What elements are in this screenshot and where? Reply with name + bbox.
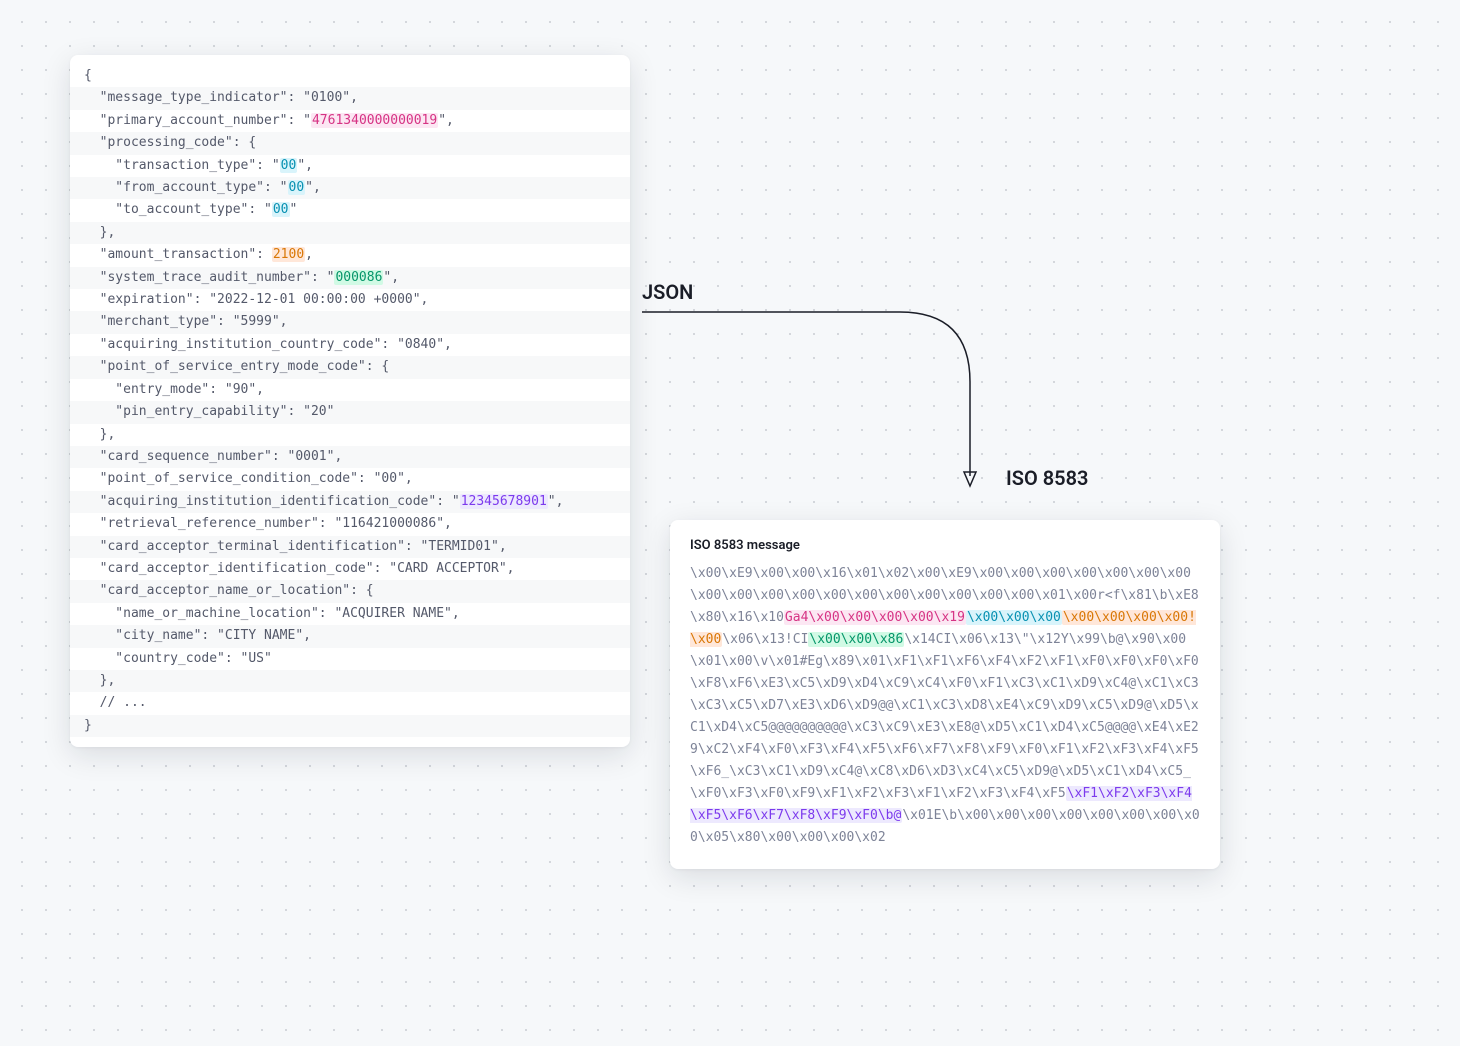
- json-code-line: "card_sequence_number": "0001",: [70, 446, 630, 468]
- highlight-magenta: Ga4\x00\x00\x00\x00\x19: [784, 610, 966, 625]
- json-code-line: "acquiring_institution_country_code": "0…: [70, 334, 630, 356]
- json-code-line: "city_name": "CITY NAME",: [70, 625, 630, 647]
- json-code-line: "message_type_indicator": "0100",: [70, 87, 630, 109]
- json-code-line: "processing_code": {: [70, 132, 630, 154]
- highlight-green: 000086: [334, 270, 383, 285]
- highlight-green: \x00\x00\x86: [808, 632, 904, 647]
- highlight-orange: 2100: [272, 247, 305, 262]
- json-code-card: { "message_type_indicator": "0100", "pri…: [70, 55, 630, 747]
- json-code-line: "entry_mode": "90",: [70, 379, 630, 401]
- json-code-line: "merchant_type": "5999",: [70, 311, 630, 333]
- json-code-line: "to_account_type": "00": [70, 199, 630, 221]
- highlight-purple: \xF1\xF2\xF3\xF4\xF5\xF6\xF7\xF8\xF9\xF0…: [690, 786, 1192, 823]
- iso-message-title: ISO 8583 message: [690, 538, 1200, 553]
- json-code-line: "country_code": "US": [70, 648, 630, 670]
- json-code-line: "primary_account_number": "4761340000000…: [70, 110, 630, 132]
- json-code-line: "name_or_machine_location": "ACQUIRER NA…: [70, 603, 630, 625]
- highlight-magenta: 4761340000000019: [311, 113, 438, 128]
- json-code-line: "retrieval_reference_number": "116421000…: [70, 513, 630, 535]
- highlight-cyan: 00: [272, 202, 290, 217]
- json-code-line: "card_acceptor_terminal_identification":…: [70, 536, 630, 558]
- json-code-line: // ...: [70, 692, 630, 714]
- json-code-line: "from_account_type": "00",: [70, 177, 630, 199]
- json-code-line: },: [70, 424, 630, 446]
- json-code-line: "point_of_service_entry_mode_code": {: [70, 356, 630, 378]
- json-code-line: "pin_entry_capability": "20": [70, 401, 630, 423]
- json-code-line: "transaction_type": "00",: [70, 155, 630, 177]
- iso-message-body: \x00\xE9\x00\x00\x16\x01\x02\x00\xE9\x00…: [690, 563, 1200, 849]
- json-code-line: "point_of_service_condition_code": "00",: [70, 468, 630, 490]
- json-code-line: "amount_transaction": 2100,: [70, 244, 630, 266]
- iso-message-card: ISO 8583 message \x00\xE9\x00\x00\x16\x0…: [670, 520, 1220, 869]
- highlight-cyan: 00: [288, 180, 306, 195]
- json-code-line: "card_acceptor_name_or_location": {: [70, 580, 630, 602]
- json-code-line: }: [70, 715, 630, 737]
- highlight-cyan: 00: [280, 158, 298, 173]
- json-label: JSON: [642, 280, 693, 304]
- highlight-purple: 12345678901: [460, 494, 548, 509]
- json-code-line: },: [70, 222, 630, 244]
- json-code-line: "expiration": "2022-12-01 00:00:00 +0000…: [70, 289, 630, 311]
- json-code-line: {: [70, 65, 630, 87]
- json-code-line: "card_acceptor_identification_code": "CA…: [70, 558, 630, 580]
- highlight-cyan: \x00\x00\x00: [966, 610, 1062, 625]
- json-code-line: "system_trace_audit_number": "000086",: [70, 267, 630, 289]
- transform-arrow: [640, 310, 990, 490]
- json-code-line: },: [70, 670, 630, 692]
- iso-label: ISO 8583: [1006, 466, 1088, 490]
- json-code-line: "acquiring_institution_identification_co…: [70, 491, 630, 513]
